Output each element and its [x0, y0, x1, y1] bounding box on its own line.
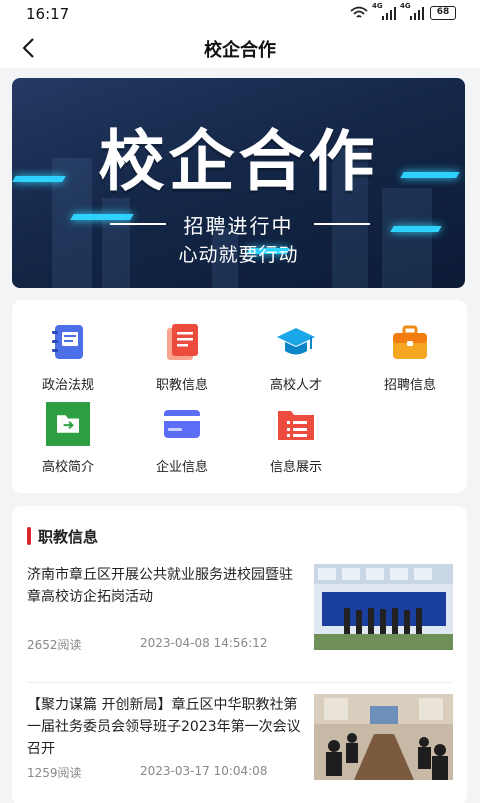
news-reads: 2652阅读 [27, 638, 82, 652]
menu-item-enterprise-info[interactable]: 企业信息 [132, 404, 232, 475]
wifi-icon [350, 6, 368, 18]
folder-list-icon [278, 411, 314, 440]
page-title: 校企合作 [204, 40, 276, 61]
document-icon [167, 324, 198, 360]
status-bar: 16:17 4G 4G 68 [0, 0, 480, 28]
banner-subtitle: 招聘进行中 [183, 214, 294, 238]
briefcase-icon [393, 325, 427, 359]
menu-item-college-intro[interactable]: 高校简介 [18, 402, 118, 475]
section-accent-bar [27, 527, 31, 545]
menu-item-recruitment[interactable]: 招聘信息 [360, 322, 460, 393]
menu-item-vocational-info[interactable]: 职教信息 [132, 322, 232, 393]
banner-tagline: 心动就要行动 [178, 244, 299, 266]
news-section: 职教信息 济南市章丘区开展公共就业服务进校园暨驻章高校访企拓岗活动 2652阅读… [12, 506, 467, 803]
news-reads: 1259阅读 [27, 766, 82, 780]
graduation-cap-icon [277, 328, 315, 355]
promo-banner[interactable]: 校企合作 招聘进行中 心动就要行动 [12, 78, 465, 288]
signal-icon-2: 4G [400, 2, 424, 20]
section-title: 职教信息 [38, 528, 99, 546]
news-item[interactable]: 济南市章丘区开展公共就业服务进校园暨驻章高校访企拓岗活动 2652阅读 2023… [12, 564, 467, 674]
news-item[interactable]: 【聚力谋篇 开创新局】章丘区中华职教社第一届社务委员会领导班子2023年第一次会… [12, 694, 467, 803]
signal-icon: 4G [372, 2, 396, 20]
menu-label: 招聘信息 [383, 378, 436, 393]
nav-bar: 校企合作 [0, 28, 480, 68]
menu-label: 高校简介 [41, 460, 94, 475]
status-icons: 4G 4G 68 [350, 2, 456, 20]
news-title: 【聚力谋篇 开创新局】章丘区中华职教社第一届社务委员会领导班子2023年第一次会… [27, 697, 301, 757]
menu-label: 企业信息 [155, 460, 208, 475]
folder-icon [46, 402, 90, 446]
menu-grid: 政治法规 职教信息 高校人才 招聘信息 高校简介 企业信息 信息展示 [12, 300, 467, 493]
notebook-icon [52, 325, 83, 359]
news-date: 2023-03-17 10:04:08 [140, 764, 268, 778]
network-type-label: 4G [372, 2, 383, 10]
menu-label: 信息展示 [269, 460, 322, 475]
banner-right-line [314, 223, 370, 225]
battery-icon: 68 [430, 6, 456, 20]
banner-title: 校企合作 [98, 123, 379, 200]
status-time: 16:17 [26, 5, 70, 23]
news-divider [27, 682, 452, 683]
menu-label: 高校人才 [269, 378, 322, 393]
menu-item-talent[interactable]: 高校人才 [246, 322, 346, 393]
news-title: 济南市章丘区开展公共就业服务进校园暨驻章高校访企拓岗活动 [27, 567, 293, 605]
menu-label: 政治法规 [41, 378, 94, 393]
news-date: 2023-04-08 14:56:12 [140, 636, 268, 650]
card-icon [164, 410, 200, 438]
news-thumbnail [314, 564, 453, 650]
menu-item-info-display[interactable]: 信息展示 [246, 404, 346, 475]
news-thumbnail [314, 694, 453, 780]
menu-item-policy[interactable]: 政治法规 [18, 322, 118, 393]
menu-label: 职教信息 [155, 378, 208, 393]
network-type-label-2: 4G [400, 2, 411, 10]
